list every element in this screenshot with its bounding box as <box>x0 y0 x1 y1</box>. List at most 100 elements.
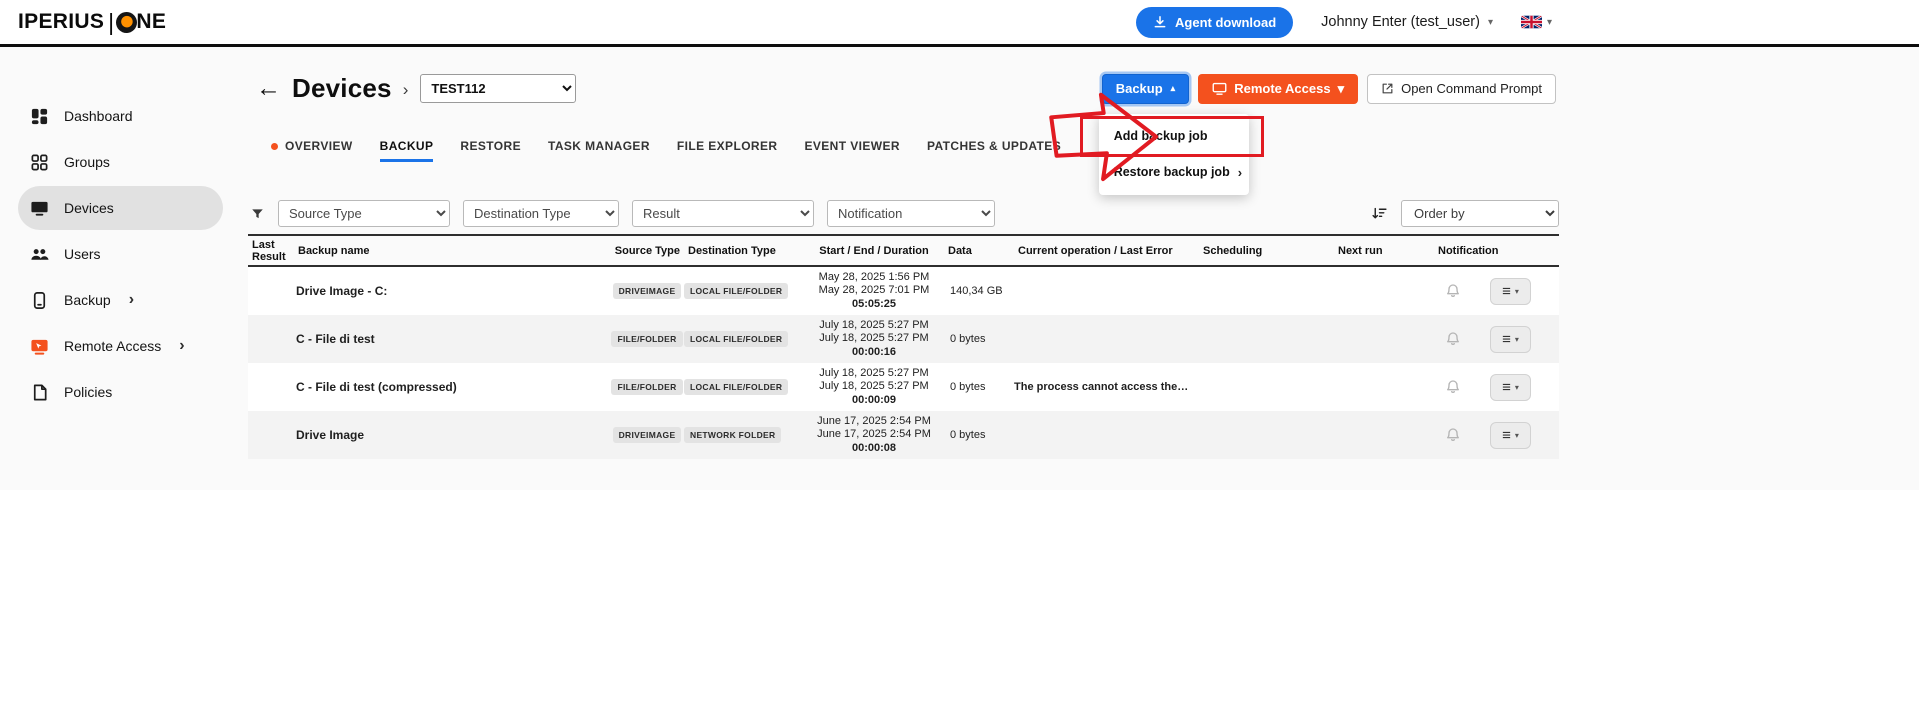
bell-icon[interactable] <box>1445 379 1461 395</box>
start-time: June 17, 2025 2:54 PM <box>804 415 944 429</box>
tab-event-viewer[interactable]: EVENT VIEWER <box>804 139 899 162</box>
table-row: C - File di test FILE/FOLDER LOCAL FILE/… <box>248 315 1559 363</box>
start-end-duration: July 18, 2025 5:27 PM July 18, 2025 5:27… <box>804 319 944 360</box>
destination-type-badge: LOCAL FILE/FOLDER <box>684 331 788 347</box>
data-size: 0 bytes <box>944 429 1014 441</box>
start-time: July 18, 2025 5:27 PM <box>804 367 944 381</box>
start-end-duration: July 18, 2025 5:27 PM July 18, 2025 5:27… <box>804 367 944 408</box>
source-type-badge: FILE/FOLDER <box>611 331 682 347</box>
bell-icon[interactable] <box>1445 283 1461 299</box>
row-menu-button[interactable]: ≡ ▾ <box>1490 278 1531 305</box>
start-time: May 28, 2025 1:56 PM <box>804 271 944 285</box>
brand-logo: IPERIUS | NE <box>18 9 166 36</box>
user-menu[interactable]: Johnny Enter (test_user) ▾ <box>1321 14 1493 30</box>
page-title: Devices <box>292 73 392 104</box>
chevron-right-icon: › <box>1238 165 1242 180</box>
groups-icon <box>29 152 49 172</box>
bell-icon[interactable] <box>1445 427 1461 443</box>
chevron-down-icon: ▾ <box>1515 287 1519 296</box>
data-size: 140,34 GB <box>944 285 1014 297</box>
row-menu-button[interactable]: ≡ ▾ <box>1490 326 1531 353</box>
chevron-right-icon: › <box>179 338 184 354</box>
start-time: July 18, 2025 5:27 PM <box>804 319 944 333</box>
tab-backup[interactable]: BACKUP <box>380 139 434 162</box>
col-data: Data <box>944 245 1014 257</box>
remote-screen-icon <box>1212 82 1227 95</box>
filter-icon <box>250 207 265 221</box>
tab-overview[interactable]: OVERVIEW <box>271 139 353 162</box>
device-tabs: OVERVIEW BACKUP RESTORE TASK MANAGER FIL… <box>271 139 1559 162</box>
brand-text-right: NE <box>136 10 166 34</box>
menu-item-add-backup-job[interactable]: Add backup job <box>1099 118 1249 154</box>
remote-access-button[interactable]: Remote Access ▾ <box>1198 74 1358 104</box>
agent-download-button[interactable]: Agent download <box>1136 7 1293 38</box>
sidebar-item-groups[interactable]: Groups <box>18 140 223 184</box>
row-menu-button[interactable]: ≡ ▾ <box>1490 422 1531 449</box>
bell-icon[interactable] <box>1445 331 1461 347</box>
sort-icon[interactable] <box>1371 205 1388 222</box>
status-dot-icon <box>271 143 278 150</box>
source-type-filter[interactable]: Source Type <box>278 200 450 227</box>
notification-filter[interactable]: Notification <box>827 200 995 227</box>
chevron-down-icon: ▾ <box>1547 17 1552 28</box>
backup-button[interactable]: Backup ▴ <box>1102 74 1190 104</box>
row-menu-button[interactable]: ≡ ▾ <box>1490 374 1531 401</box>
data-size: 0 bytes <box>944 333 1014 345</box>
policies-icon <box>29 382 49 402</box>
sidebar-item-policies[interactable]: Policies <box>18 370 223 414</box>
col-destination-type: Destination Type <box>684 245 804 257</box>
external-link-icon <box>1381 82 1394 95</box>
brand-divider: | <box>108 9 114 36</box>
sidebar-item-users[interactable]: Users <box>18 232 223 276</box>
tab-patches-updates[interactable]: PATCHES & UPDATES <box>927 139 1061 162</box>
col-backup-name: Backup name <box>294 245 610 257</box>
col-start-end-duration: Start / End / Duration <box>804 245 944 257</box>
dashboard-icon <box>29 106 49 126</box>
sidebar-item-dashboard[interactable]: Dashboard <box>18 94 223 138</box>
table-header: Last Result Backup name Source Type Dest… <box>248 234 1559 267</box>
backup-device-icon <box>29 290 49 310</box>
language-selector[interactable]: ▾ <box>1521 15 1552 29</box>
backup-jobs-table: Last Result Backup name Source Type Dest… <box>248 234 1559 459</box>
backup-name: C - File di test <box>294 332 610 346</box>
order-by-select[interactable]: Order by <box>1401 200 1559 227</box>
tab-task-manager[interactable]: TASK MANAGER <box>548 139 650 162</box>
backup-dropdown-menu: Add backup job Restore backup job › <box>1099 114 1249 195</box>
open-command-prompt-button[interactable]: Open Command Prompt <box>1367 74 1556 104</box>
menu-item-restore-backup-job[interactable]: Restore backup job › <box>1099 154 1249 191</box>
source-type-badge: DRIVEIMAGE <box>613 427 682 443</box>
hamburger-icon: ≡ <box>1502 380 1511 395</box>
sidebar-item-backup[interactable]: Backup › <box>18 278 223 322</box>
destination-type-badge: LOCAL FILE/FOLDER <box>684 379 788 395</box>
duration: 05:05:25 <box>804 298 944 312</box>
agent-download-label: Agent download <box>1175 15 1276 30</box>
sidebar-item-label: Backup <box>64 292 111 308</box>
sidebar-item-label: Users <box>64 246 101 262</box>
duration: 00:00:09 <box>804 394 944 408</box>
sidebar-item-label: Groups <box>64 154 110 170</box>
hamburger-icon: ≡ <box>1502 284 1511 299</box>
col-last-result: Last Result <box>248 239 294 263</box>
end-time: May 28, 2025 7:01 PM <box>804 284 944 298</box>
chevron-down-icon: ▾ <box>1488 17 1493 28</box>
result-filter[interactable]: Result <box>632 200 814 227</box>
hamburger-icon: ≡ <box>1502 332 1511 347</box>
table-row: C - File di test (compressed) FILE/FOLDE… <box>248 363 1559 411</box>
tab-file-explorer[interactable]: FILE EXPLORER <box>677 139 778 162</box>
destination-type-filter[interactable]: Destination Type <box>463 200 619 227</box>
back-button[interactable]: ← <box>256 76 281 101</box>
source-type-badge: FILE/FOLDER <box>611 379 682 395</box>
users-icon <box>29 244 49 264</box>
breadcrumb-separator: › <box>403 80 409 100</box>
backup-name: Drive Image - C: <box>294 284 610 298</box>
end-time: July 18, 2025 5:27 PM <box>804 332 944 346</box>
last-error: The process cannot access the f... <box>1014 381 1199 393</box>
col-current-operation: Current operation / Last Error <box>1014 245 1199 257</box>
sidebar-item-remote-access[interactable]: Remote Access › <box>18 324 223 368</box>
remote-access-icon <box>29 336 49 356</box>
tab-restore[interactable]: RESTORE <box>460 139 521 162</box>
device-select[interactable]: TEST112 <box>420 74 576 103</box>
filter-bar: Source Type Destination Type Result Noti… <box>250 200 1559 227</box>
sidebar-item-label: Dashboard <box>64 108 133 124</box>
sidebar-item-devices[interactable]: Devices <box>18 186 223 230</box>
